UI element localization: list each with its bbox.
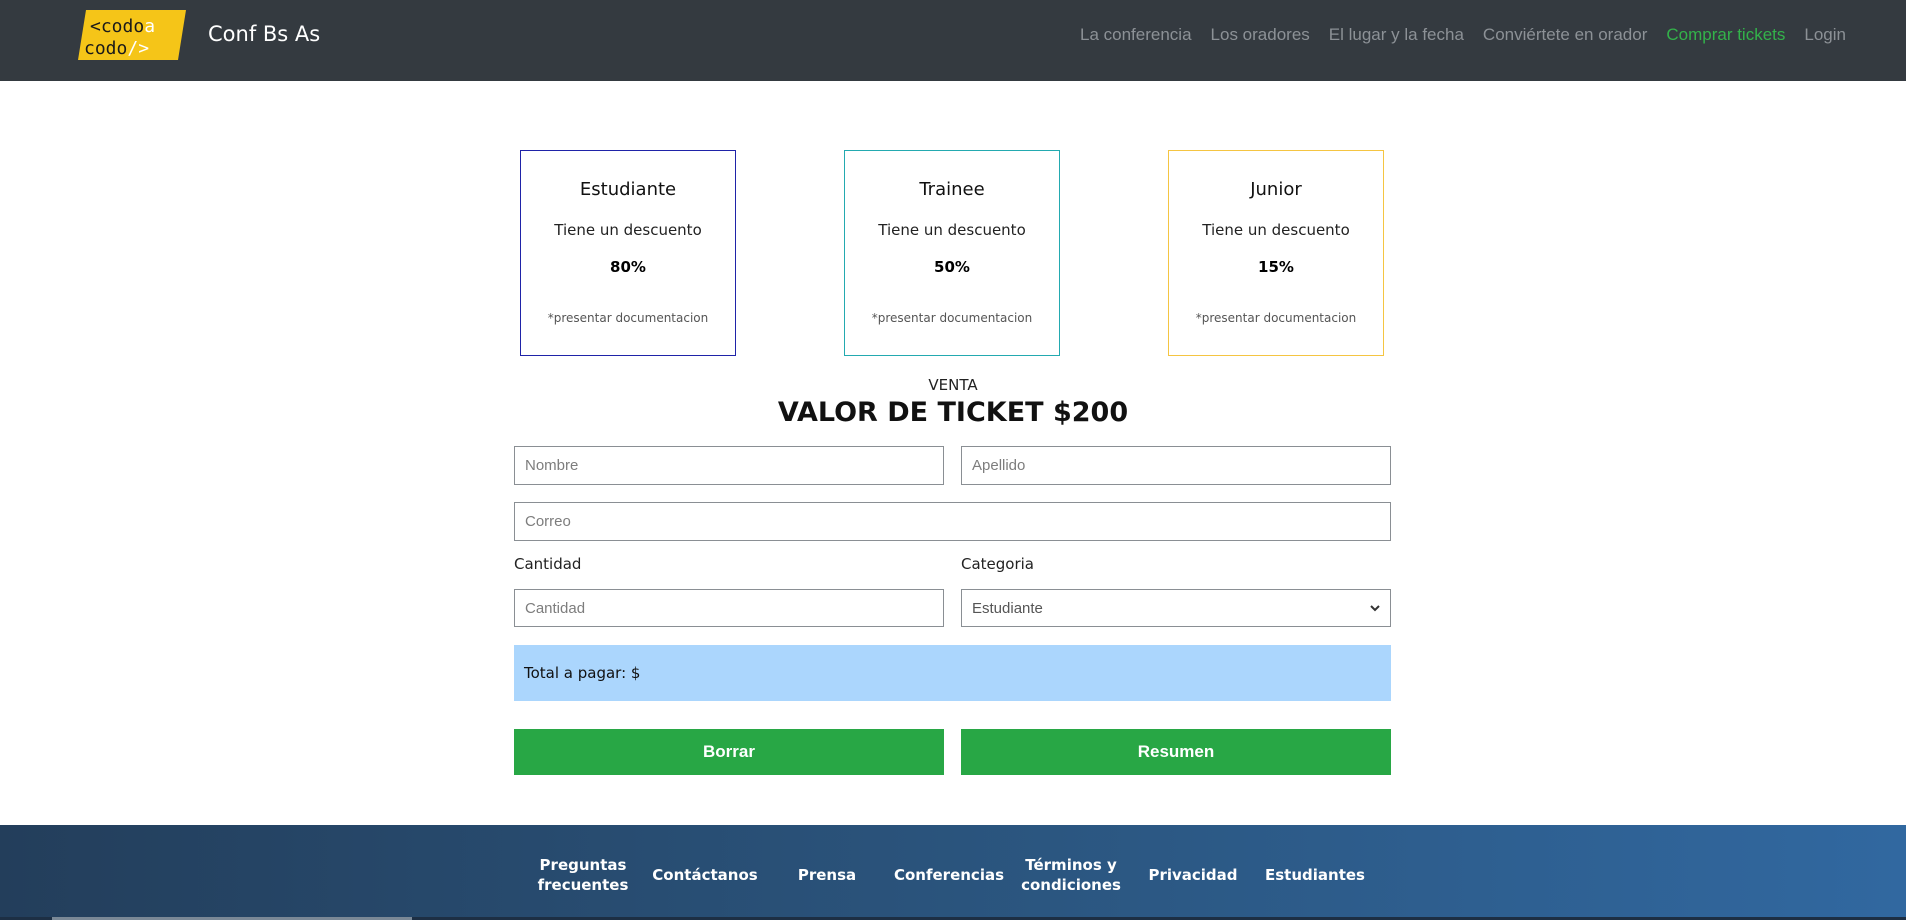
footer-link-label: Conferencias <box>893 866 1005 884</box>
categoria-label: Categoria <box>961 555 1035 573</box>
nav-link-comprar-tickets[interactable]: Comprar tickets <box>1666 25 1785 45</box>
total-label: Total a pagar: $ <box>524 664 641 682</box>
footer-link-label: Privacidad <box>1148 866 1238 884</box>
footer-link-label: Prensa <box>797 866 857 884</box>
card-discount-percent: 80% <box>610 258 646 276</box>
card-note: *presentar documentacion <box>1195 311 1357 325</box>
nav-link-el-lugar-y-la-fecha[interactable]: El lugar y la fecha <box>1329 25 1464 45</box>
footer-link-conferencias[interactable]: Conferencias <box>888 855 1010 895</box>
card-note: *presentar documentacion <box>871 311 1033 325</box>
footer: Preguntas frecuentes Contáctanos Prensa Conf… <box>0 825 1906 920</box>
nav-link-la-conferencia[interactable]: La conferencia <box>1080 25 1192 45</box>
card-title: Trainee <box>919 179 985 200</box>
chevron-down-icon <box>1370 605 1380 612</box>
cantidad-input[interactable] <box>514 589 944 627</box>
footer-link-estudiantes[interactable]: Estudiantes <box>1254 855 1376 895</box>
nav-link-conviertete-en-orador[interactable]: Conviértete en orador <box>1483 25 1647 45</box>
codo-a-codo-logo[interactable]: <codoa codo/> <box>78 10 186 60</box>
card-note: *presentar documentacion <box>547 311 709 325</box>
total-box: Total a pagar: $ <box>514 645 1391 701</box>
card-title: Junior <box>1250 179 1302 200</box>
svg-text:<codoa: <codoa <box>90 16 155 37</box>
ticket-price-heading: VALOR DE TICKET $200 <box>777 397 1129 428</box>
categoria-selected-value: Estudiante <box>972 600 1043 617</box>
cantidad-label: Cantidad <box>514 555 582 573</box>
footer-link-términos-y[interactable]: Términos y condiciones <box>1010 855 1132 895</box>
apellido-input[interactable] <box>961 446 1391 485</box>
card-description: Tiene un descuento <box>878 221 1026 239</box>
footer-link-label: Estudiantes <box>1265 866 1365 884</box>
resumen-button[interactable]: Resumen <box>961 729 1391 775</box>
card-discount-percent: 15% <box>1258 258 1294 276</box>
nav-link-los-oradores[interactable]: Los oradores <box>1211 25 1310 45</box>
svg-text:codo/>: codo/> <box>84 38 149 59</box>
main-nav: La conferencia Los oradores El lugar y l… <box>1080 25 1846 45</box>
discount-card-trainee: Trainee Tiene un descuento 50% *presenta… <box>844 150 1060 356</box>
card-description: Tiene un descuento <box>1202 221 1350 239</box>
footer-link-prensa[interactable]: Prensa <box>766 855 888 895</box>
card-title: Estudiante <box>579 179 677 200</box>
brand-title[interactable]: Conf Bs As <box>208 22 320 46</box>
discount-card-estudiante: Estudiante Tiene un descuento 80% *prese… <box>520 150 736 356</box>
categoria-select[interactable]: Estudiante <box>961 589 1391 627</box>
footer-link-label: Preguntas frecuentes <box>537 856 629 894</box>
nombre-input[interactable] <box>514 446 944 485</box>
footer-link-preguntas[interactable]: Preguntas frecuentes <box>522 855 644 895</box>
card-discount-percent: 50% <box>934 258 970 276</box>
footer-link-privacidad[interactable]: Privacidad <box>1132 855 1254 895</box>
discount-card-junior: Junior Tiene un descuento 15% *presentar… <box>1168 150 1384 356</box>
footer-nav: Preguntas frecuentes Contáctanos Prensa Conf… <box>522 855 1376 895</box>
footer-link-contáctanos[interactable]: Contáctanos <box>644 855 766 895</box>
navbar: <codoa codo/> Conf Bs As La conferencia … <box>0 0 1906 81</box>
correo-input[interactable] <box>514 502 1391 541</box>
venta-label: VENTA <box>928 376 978 394</box>
footer-link-label: Contáctanos <box>652 866 758 884</box>
borrar-button[interactable]: Borrar <box>514 729 944 775</box>
card-description: Tiene un descuento <box>554 221 702 239</box>
footer-link-label: Términos y condiciones <box>1021 856 1121 894</box>
nav-link-login[interactable]: Login <box>1804 25 1846 45</box>
